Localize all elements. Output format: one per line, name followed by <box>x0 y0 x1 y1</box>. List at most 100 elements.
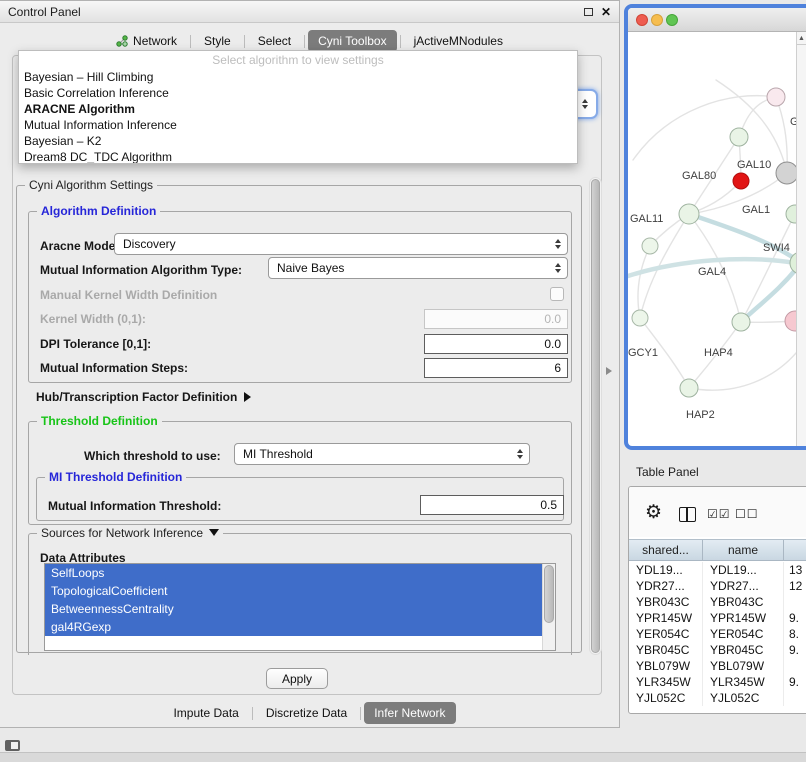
tab-network[interactable]: Network <box>106 30 187 52</box>
control-panel-window: Control Panel ✕ Network Style Select Cyni T… <box>0 0 620 728</box>
which-threshold-value: MI Threshold <box>243 447 313 461</box>
tab-label: Cyni Toolbox <box>318 34 386 48</box>
table-cell <box>784 658 806 674</box>
settings-scrollbar[interactable] <box>589 177 602 655</box>
table-row[interactable]: YDR27...YDR27...12 <box>629 578 806 594</box>
table-cell: YDR27... <box>629 578 703 594</box>
table-cell: 12 <box>784 578 806 594</box>
sources-section-toggle[interactable]: Sources for Network Inference <box>37 526 223 540</box>
table-cell: YJL052C <box>629 690 703 706</box>
node-label: GAL1 <box>742 204 770 216</box>
select-checked-icon[interactable]: ☑☑ <box>707 507 731 521</box>
tab-style[interactable]: Style <box>194 30 241 52</box>
table-cell: YBL079W <box>703 658 784 674</box>
table-header-cell[interactable]: shared... <box>629 540 703 560</box>
kernel-width-field[interactable] <box>424 309 568 329</box>
table-row[interactable]: YER054CYER054C8. <box>629 626 806 642</box>
mi-threshold-field[interactable] <box>420 495 564 515</box>
tab-jactivemnodules[interactable]: jActiveMNodules <box>404 30 513 52</box>
network-node[interactable] <box>642 238 658 254</box>
node-label: GAL4 <box>698 266 726 278</box>
dpi-tolerance-field[interactable] <box>424 334 568 354</box>
tab-infer-network[interactable]: Infer Network <box>364 702 455 724</box>
attribute-item[interactable]: gal4RGexp <box>45 618 542 636</box>
table-row[interactable]: YDL19...YDL19...13 <box>629 562 806 578</box>
list-scrollbar[interactable] <box>542 564 555 650</box>
table-row[interactable]: YBR045CYBR045C9. <box>629 642 806 658</box>
tab-impute-data[interactable]: Impute Data <box>163 702 248 724</box>
data-attributes-list[interactable]: SelfLoopsTopologicalCoefficientBetweenne… <box>44 563 556 651</box>
table-row[interactable]: YLR345WYLR345W9. <box>629 674 806 690</box>
network-edge <box>689 214 796 263</box>
window-title: Control Panel <box>8 5 81 19</box>
gear-icon[interactable]: ⚙ <box>645 503 662 523</box>
node-label: HAP4 <box>704 347 733 359</box>
tab-cyni-toolbox[interactable]: Cyni Toolbox <box>308 30 396 52</box>
table-row[interactable]: YBL079WYBL079W <box>629 658 806 674</box>
hub-section-label: Hub/Transcription Factor Definition <box>36 390 237 404</box>
mi-type-label: Mutual Information Algorithm Type: <box>40 263 242 277</box>
table-cell: YBR043C <box>703 594 784 610</box>
close-icon[interactable]: ✕ <box>601 6 611 18</box>
list-scrollbar-thumb[interactable] <box>544 565 554 623</box>
attribute-item[interactable]: BetweennessCentrality <box>45 600 542 618</box>
network-node[interactable] <box>767 88 785 106</box>
table-cell <box>784 690 806 706</box>
manual-kernel-checkbox[interactable] <box>550 287 564 301</box>
table-cell: 9. <box>784 674 806 690</box>
tab-select[interactable]: Select <box>248 30 301 52</box>
dropdown-option[interactable]: Basic Correlation Inference <box>19 85 577 101</box>
float-window-icon[interactable] <box>584 8 593 16</box>
zoom-traffic-light-icon[interactable] <box>666 14 678 26</box>
minimize-traffic-light-icon[interactable] <box>651 14 663 26</box>
network-node[interactable] <box>679 204 699 224</box>
hub-section-toggle[interactable]: Hub/Transcription Factor Definition <box>36 390 251 404</box>
network-node[interactable] <box>733 173 749 189</box>
table-header-cell[interactable] <box>784 540 806 560</box>
network-window-titlebar[interactable] <box>628 8 806 32</box>
node-label: GAL10 <box>737 159 771 171</box>
table-row[interactable]: YJL052CYJL052C <box>629 690 806 706</box>
aracne-mode-combo[interactable]: Discovery <box>114 233 568 255</box>
panel-toggle-icon[interactable] <box>5 740 20 751</box>
table-row[interactable]: YBR043CYBR043C <box>629 594 806 610</box>
select-unchecked-icon[interactable]: ☐☐ <box>735 507 759 521</box>
bottom-strip <box>0 752 806 762</box>
tab-discretize-data[interactable]: Discretize Data <box>256 702 357 724</box>
network-canvas[interactable]: GAL80GAL10GAL11GAL1SWI4GAL4GCY1HAP4HAP2G… <box>628 32 796 446</box>
network-node[interactable] <box>680 379 698 397</box>
mi-type-combo[interactable]: Naive Bayes <box>268 257 568 279</box>
aracne-mode-value: Discovery <box>123 237 176 251</box>
network-node[interactable] <box>785 311 796 331</box>
table-panel-title: Table Panel <box>636 465 699 479</box>
table-header-cell[interactable]: name <box>703 540 784 560</box>
network-node[interactable] <box>732 313 750 331</box>
dropdown-option[interactable]: Mutual Information Inference <box>19 117 577 133</box>
dropdown-option[interactable]: ARACNE Algorithm <box>19 101 577 117</box>
mi-type-value: Naive Bayes <box>277 261 344 275</box>
columns-icon[interactable] <box>679 507 696 522</box>
table-cell: YJL052C <box>703 690 784 706</box>
scroll-up-icon[interactable]: ▲ <box>797 32 806 45</box>
table-row[interactable]: YPR145WYPR145W9. <box>629 610 806 626</box>
mi-steps-field[interactable] <box>424 358 568 378</box>
table-toolbar: ⚙ ☑☑ ☐☐ <box>629 487 806 537</box>
dropdown-option[interactable]: Dream8 DC_TDC Algorithm <box>19 149 577 164</box>
table-cell: YLR345W <box>703 674 784 690</box>
dropdown-option[interactable]: Bayesian – Hill Climbing <box>19 69 577 85</box>
attribute-item[interactable]: TopologicalCoefficient <box>45 582 542 600</box>
apply-button[interactable]: Apply <box>266 668 328 689</box>
table-body: YDL19...YDL19...13YDR27...YDR27...12YBR0… <box>629 562 806 713</box>
network-node[interactable] <box>786 205 796 223</box>
network-node[interactable] <box>730 128 748 146</box>
settings-scrollbar-thumb[interactable] <box>591 179 600 653</box>
network-node[interactable] <box>776 162 796 184</box>
splitter-handle-icon[interactable] <box>606 367 612 375</box>
network-scrollbar[interactable]: ▲ <box>796 32 806 446</box>
network-node[interactable] <box>632 310 648 326</box>
attribute-item[interactable]: SelfLoops <box>45 564 542 582</box>
close-traffic-light-icon[interactable] <box>636 14 648 26</box>
which-threshold-combo[interactable]: MI Threshold <box>234 443 530 465</box>
dropdown-option[interactable]: Bayesian – K2 <box>19 133 577 149</box>
mi-threshold-group-title: MI Threshold Definition <box>45 470 186 484</box>
